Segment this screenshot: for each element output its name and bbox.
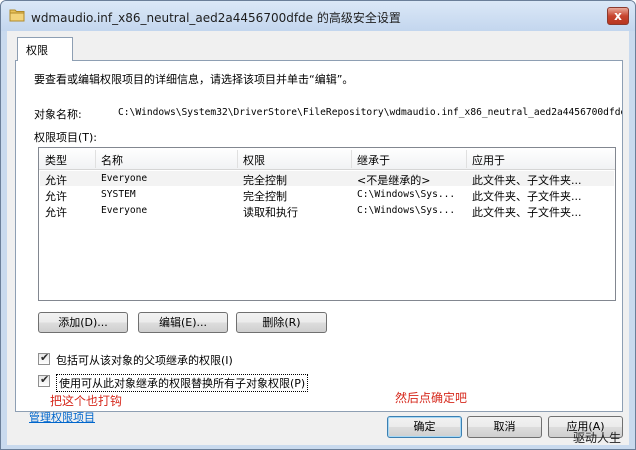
column-divider[interactable] [95,150,96,168]
cell-apply-to: 此文件夹、子文件夹... [472,206,582,219]
column-header-apply-to[interactable]: 应用于 [472,152,505,168]
column-header-type[interactable]: 类型 [45,152,67,168]
cell-type: 允许 [45,206,67,219]
delete-button[interactable]: 删除(R) [236,312,327,333]
edit-button[interactable]: 编辑(E)... [138,312,228,333]
table-row[interactable]: 允许 Everyone 读取和执行 C:\Windows\Sys... 此文件夹… [40,203,614,219]
cell-apply-to: 此文件夹、子文件夹... [472,190,582,203]
cell-type: 允许 [45,190,67,203]
object-path: C:\Windows\System32\DriverStore\FileRepo… [118,107,622,118]
checkmark-icon: ✔ [40,351,50,364]
permissions-panel: 要查看或编辑权限项目的详细信息，请选择该项目并单击“编辑”。 对象名称: C:\… [15,60,623,412]
column-header-inherited-from[interactable]: 继承于 [357,152,390,168]
checkmark-icon: ✔ [40,373,50,386]
cell-inherited-from: <不是继承的> [357,174,431,187]
cancel-button[interactable]: 取消 [467,416,542,438]
table-row[interactable]: 允许 SYSTEM 完全控制 C:\Windows\Sys... 此文件夹、子文… [40,187,614,203]
cell-inherited-from: C:\Windows\Sys... [357,189,456,200]
column-header-permission[interactable]: 权限 [243,152,265,168]
cell-permission: 读取和执行 [243,206,298,219]
column-divider[interactable] [351,150,352,168]
annotation-check-this-too: 把这个也打钩 [50,394,123,408]
cell-name: SYSTEM [101,189,136,200]
permission-entries-list[interactable]: 类型 名称 权限 继承于 应用于 允许 Everyone 完全控制 <不是继承的… [38,147,616,301]
permission-entries-label: 权限项目(T): [34,131,98,144]
list-header: 类型 名称 权限 继承于 应用于 [39,148,615,170]
cell-apply-to: 此文件夹、子文件夹... [472,174,582,187]
title-bar[interactable]: wdmaudio.inf_x86_neutral_aed2a4456700dfd… [1,1,635,31]
close-icon: x [614,9,622,23]
replace-child-label[interactable]: 使用可从此对象继承的权限替换所有子对象权限(P) [56,374,309,392]
watermark-text: 驱动人生 [573,431,622,445]
object-name-label: 对象名称: [34,108,82,121]
security-settings-window: wdmaudio.inf_x86_neutral_aed2a4456700dfd… [0,0,636,450]
include-inheritable-checkbox[interactable]: ✔ [38,351,50,365]
tab-permissions[interactable]: 权限 [17,37,73,61]
manage-permissions-link[interactable]: 管理权限项目 [29,409,95,425]
table-row[interactable]: 允许 Everyone 完全控制 <不是继承的> 此文件夹、子文件夹... [40,171,614,187]
instructions-text: 要查看或编辑权限项目的详细信息，请选择该项目并单击“编辑”。 [34,73,354,86]
add-button[interactable]: 添加(D)... [38,312,128,333]
cell-name: Everyone [101,173,148,184]
column-divider[interactable] [466,150,467,168]
cell-name: Everyone [101,205,148,216]
cell-permission: 完全控制 [243,190,287,203]
cell-inherited-from: C:\Windows\Sys... [357,205,456,216]
cell-permission: 完全控制 [243,174,287,187]
column-divider[interactable] [237,150,238,168]
cell-type: 允许 [45,174,67,187]
replace-child-checkbox[interactable]: ✔ [38,373,50,387]
close-button[interactable]: x [607,7,629,25]
folder-icon [9,9,25,22]
column-header-name[interactable]: 名称 [101,152,123,168]
dialog-body: 权限 要查看或编辑权限项目的详细信息，请选择该项目并单击“编辑”。 对象名称: … [7,31,629,445]
annotation-then-click-ok: 然后点确定吧 [395,391,468,405]
window-title: wdmaudio.inf_x86_neutral_aed2a4456700dfd… [31,11,401,25]
ok-button[interactable]: 确定 [387,416,462,438]
include-inheritable-label[interactable]: 包括可从该对象的父项继承的权限(I) [56,352,233,368]
